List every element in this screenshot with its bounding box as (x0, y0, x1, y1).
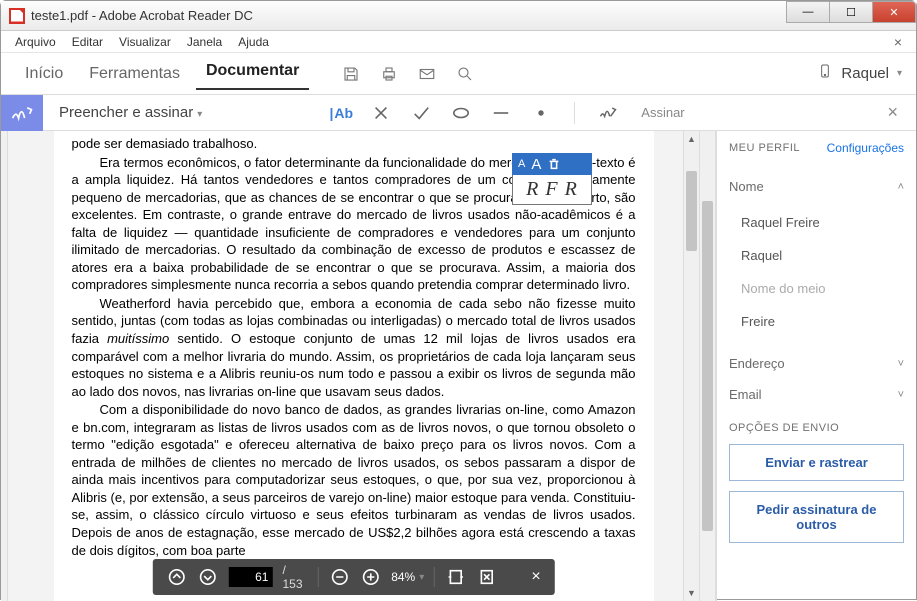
profile-firstname[interactable]: Raquel (741, 239, 904, 272)
window-titlebar: teste1.pdf - Adobe Acrobat Reader DC — ☐… (1, 1, 916, 31)
zoom-in-button[interactable] (360, 566, 381, 588)
chevron-down-icon: ˅ (898, 389, 904, 401)
user-name-label: Raquel (841, 65, 889, 82)
send-options-title: OPÇÕES DE ENVIO (729, 422, 904, 434)
menu-ajuda[interactable]: Ajuda (230, 33, 277, 51)
checkmark-tool[interactable] (410, 103, 432, 123)
doc-text: Com a disponibilidade do novo banco de d… (72, 401, 636, 559)
app-icon (9, 8, 25, 24)
doc-text: pode ser demasiado trabalhoso. (72, 135, 636, 153)
fit-page-button[interactable] (476, 566, 497, 588)
x-mark-tool[interactable] (370, 103, 392, 123)
page-number-input[interactable] (228, 567, 272, 587)
mail-icon[interactable] (417, 64, 437, 84)
page-up-button[interactable] (166, 566, 187, 588)
mobile-icon (817, 63, 833, 84)
doc-text: Weatherford havia percebido que, embora … (72, 295, 636, 400)
menu-visualizar[interactable]: Visualizar (111, 33, 179, 51)
line-tool[interactable] (490, 103, 512, 123)
window-title: teste1.pdf - Adobe Acrobat Reader DC (31, 8, 787, 23)
right-panel: MEU PERFIL Configurações Nome ˄ Raquel F… (716, 131, 916, 601)
panel-scroll-thumb[interactable] (702, 201, 713, 531)
page-total-label: / 153 (282, 563, 308, 591)
nav-document[interactable]: Documentar (196, 58, 309, 90)
profile-lastname[interactable]: Freire (741, 305, 904, 338)
page-down-button[interactable] (197, 566, 218, 588)
menubar-close-icon[interactable]: × (886, 32, 910, 52)
section-endereco[interactable]: Endereço ˅ (729, 348, 904, 379)
profile-middlename[interactable]: Nome do meio (741, 272, 904, 305)
toolbar-divider (574, 102, 575, 124)
menu-arquivo[interactable]: Arquivo (7, 33, 64, 51)
fill-sign-toolbar: Preencher e assinar▾ Ab Assinar × (1, 95, 916, 131)
section-nome[interactable]: Nome ˄ (729, 171, 904, 202)
menu-janela[interactable]: Janela (179, 33, 230, 51)
search-icon[interactable] (455, 64, 475, 84)
document-viewport[interactable]: pode ser demasiado trabalhoso. Era termo… (8, 131, 699, 601)
request-signature-button[interactable]: Pedir assinatura de outros (729, 491, 904, 543)
menu-editar[interactable]: Editar (64, 33, 111, 51)
profile-title: MEU PERFIL (729, 142, 800, 154)
scroll-up-icon[interactable]: ▲ (684, 131, 699, 147)
close-button[interactable]: ✕ (872, 1, 916, 23)
menu-bar: Arquivo Editar Visualizar Janela Ajuda × (1, 31, 916, 53)
save-icon[interactable] (341, 64, 361, 84)
document-area: pode ser demasiado trabalhoso. Era termo… (8, 131, 699, 601)
chevron-up-icon: ˄ (898, 181, 904, 193)
settings-link[interactable]: Configurações (827, 141, 904, 155)
zoom-level-dropdown[interactable]: 84%▾ (391, 570, 424, 584)
scroll-down-icon[interactable]: ▼ (684, 585, 699, 601)
sig-size-large[interactable]: A (531, 156, 541, 173)
sig-size-small[interactable]: A (518, 158, 525, 170)
text-tool[interactable]: Ab (330, 103, 352, 123)
zoom-out-button[interactable] (329, 566, 350, 588)
toolbar-close-icon[interactable]: × (531, 568, 540, 586)
signature-toolbar: A A (512, 153, 592, 175)
print-icon[interactable] (379, 64, 399, 84)
nav-tools[interactable]: Ferramentas (79, 61, 190, 87)
page-toolbar: / 153 84%▾ × (152, 559, 554, 595)
fit-width-button[interactable] (445, 566, 466, 588)
minimize-button[interactable]: — (786, 1, 830, 23)
signature-field[interactable]: R F R (512, 175, 592, 205)
fill-sign-mode-button[interactable] (1, 95, 43, 131)
chevron-down-icon: ▾ (897, 68, 902, 79)
dot-tool[interactable] (530, 103, 552, 123)
sign-label[interactable]: Assinar (641, 105, 684, 120)
scroll-thumb[interactable] (686, 171, 697, 251)
document-scrollbar[interactable]: ▲ ▼ (683, 131, 699, 601)
signature-widget[interactable]: A A R F R (512, 153, 592, 205)
user-menu[interactable]: Raquel ▾ (817, 63, 902, 84)
nav-home[interactable]: Início (15, 61, 73, 87)
sign-tool[interactable] (597, 103, 619, 123)
top-nav: Início Ferramentas Documentar Raquel ▾ (1, 53, 916, 95)
main-area: pode ser demasiado trabalhoso. Era termo… (1, 131, 916, 601)
panel-scrollbar[interactable] (699, 131, 716, 601)
fillbar-close-icon[interactable]: × (879, 102, 906, 123)
send-track-button[interactable]: Enviar e rastrear (729, 444, 904, 481)
profile-fullname[interactable]: Raquel Freire (741, 206, 904, 239)
left-rail[interactable] (1, 131, 8, 601)
maximize-button[interactable]: ☐ (829, 1, 873, 23)
section-email[interactable]: Email ˅ (729, 379, 904, 410)
circle-tool[interactable] (450, 103, 472, 123)
sig-delete-icon[interactable] (547, 157, 561, 171)
chevron-down-icon: ˅ (898, 358, 904, 370)
fill-sign-dropdown[interactable]: Preencher e assinar▾ (59, 104, 202, 121)
